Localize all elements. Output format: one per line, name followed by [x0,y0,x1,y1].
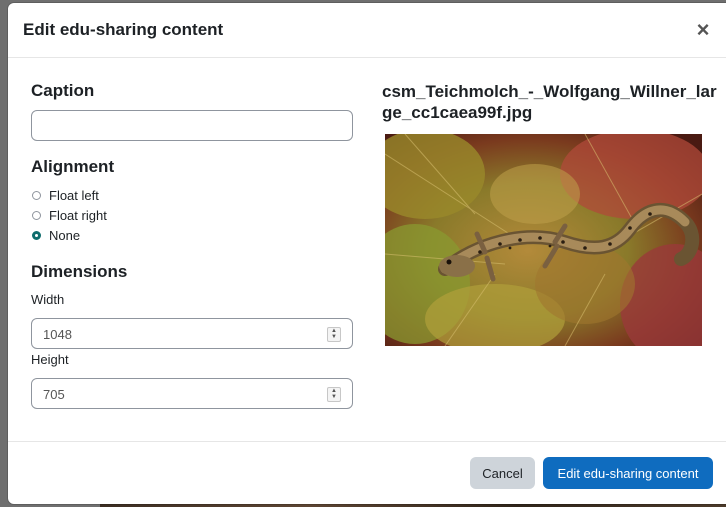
caption-heading: Caption [31,81,95,100]
none-label: None [49,227,81,243]
float-right-label: Float right [49,207,107,223]
image-filename: csm_Teichmolch_-_Wolfgang_Willner_large_… [382,82,717,122]
edit-content-submit-button[interactable]: Edit edu-sharing content [543,457,713,489]
float-left-label: Float left [49,187,99,203]
alignment-option-float-left[interactable]: Float left [31,185,355,205]
close-icon: × [696,17,710,42]
edit-content-dialog: Edit edu-sharing content × Caption Align… [8,3,726,504]
dialog-footer: Cancel Edit edu-sharing content [8,441,726,504]
height-input[interactable]: 705 ▲ ▼ [31,378,353,409]
height-label: Height [31,352,69,367]
height-value: 705 [43,387,65,402]
alignment-heading: Alignment [31,157,115,176]
float-right-radio[interactable] [32,210,41,220]
alignment-option-float-right[interactable]: Float right [31,205,355,225]
width-value: 1048 [43,327,72,342]
width-input[interactable]: 1048 ▲ ▼ [31,318,353,349]
preview-column: csm_Teichmolch_-_Wolfgang_Willner_large_… [382,81,722,346]
caption-input[interactable] [31,110,353,141]
width-label: Width [31,292,65,307]
none-radio[interactable] [32,230,41,240]
dimensions-heading: Dimensions [31,262,128,281]
height-stepper[interactable]: ▲ ▼ [327,387,341,402]
chevron-down-icon: ▼ [331,334,337,340]
dialog-header: Edit edu-sharing content × [8,3,726,58]
settings-column: Caption Alignment Float left Float right… [31,81,355,409]
close-button[interactable]: × [692,17,714,43]
image-preview [385,134,702,346]
dialog-title: Edit edu-sharing content [23,20,224,39]
float-left-radio[interactable] [32,190,41,200]
alignment-option-none[interactable]: None [31,225,355,245]
cancel-button[interactable]: Cancel [470,457,535,489]
newt-photo-icon [385,134,702,346]
chevron-down-icon: ▼ [331,394,337,400]
width-stepper[interactable]: ▲ ▼ [327,327,341,342]
